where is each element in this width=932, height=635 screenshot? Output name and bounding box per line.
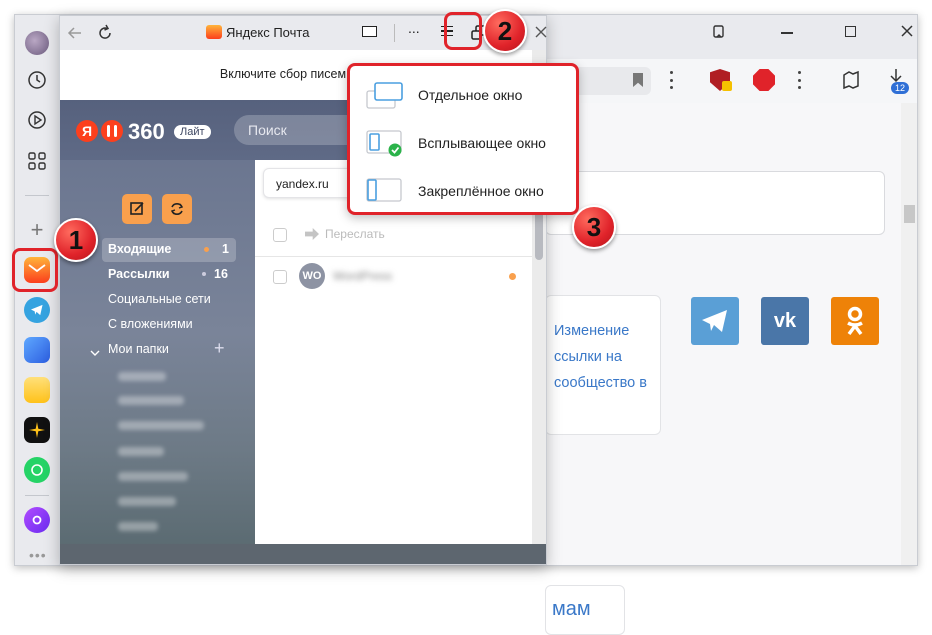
menu-item-docked-window[interactable]: Закреплённое окно — [350, 168, 576, 214]
chevron-down-icon[interactable] — [90, 344, 100, 356]
subfolder-blur — [118, 522, 158, 531]
mail-logo-icon — [206, 25, 222, 39]
subfolder-blur — [118, 472, 188, 481]
more-dots-icon[interactable]: ••• — [29, 547, 47, 563]
select-all-checkbox[interactable] — [273, 228, 287, 242]
titlebar-separator — [394, 24, 395, 42]
step-badge-1: 1 — [54, 218, 98, 262]
folder-inbox-label: Входящие — [108, 242, 172, 256]
menu-item-separate-window[interactable]: Отдельное окно — [350, 72, 576, 118]
mail-row[interactable]: WO WordPress — [255, 260, 533, 292]
window-mode-highlight — [444, 12, 482, 50]
step-badge-3: 3 — [572, 205, 616, 249]
services-grid-icon[interactable] — [24, 148, 50, 174]
mail-sidebar: Входящие 1 Рассылки 16 Социальные сети С… — [60, 160, 255, 546]
zen-app-icon[interactable] — [24, 417, 50, 443]
ok-icon[interactable] — [831, 297, 879, 345]
forward-label[interactable]: Переслать — [325, 227, 385, 241]
envelope-icon[interactable] — [362, 26, 377, 37]
step-badge-2: 2 — [483, 9, 527, 53]
search-placeholder: Поиск — [248, 122, 287, 138]
notes-app-icon[interactable] — [24, 377, 50, 403]
yandex-logo-icon: Я — [76, 120, 98, 142]
folder-newsletters-label[interactable]: Рассылки — [108, 267, 170, 281]
forward-icon[interactable] — [305, 228, 319, 240]
tab-manager-icon[interactable] — [711, 24, 727, 40]
subfolder-blur — [118, 421, 204, 430]
play-icon[interactable] — [24, 107, 50, 133]
adblock-icon[interactable] — [753, 69, 775, 91]
compose-button[interactable] — [122, 194, 152, 224]
lite-badge: Лайт — [174, 125, 211, 139]
disk-app-icon[interactable] — [24, 337, 50, 363]
mail-panel-title: Яндекс Почта — [226, 25, 310, 40]
mail-row-unread-dot — [509, 273, 516, 280]
docked-window-icon — [364, 176, 404, 206]
news-card-text: Изменение ссылки на сообщество в — [554, 323, 647, 391]
mail-row-checkbox[interactable] — [273, 270, 287, 284]
newsletter-dot — [202, 272, 206, 276]
panel-bottom — [60, 544, 546, 564]
partial-card[interactable]: мам — [545, 585, 625, 635]
whatsapp-app-icon[interactable] — [24, 457, 50, 483]
partial-card-text: мам — [552, 598, 591, 620]
logo-360: 360 — [128, 119, 165, 144]
telegram-icon[interactable] — [691, 297, 739, 345]
menu-item-popup-window[interactable]: Всплывающее окно — [350, 120, 576, 166]
extension-warning-icon — [722, 81, 732, 91]
minimize-button[interactable] — [781, 32, 793, 34]
panel-close-icon[interactable] — [534, 25, 548, 39]
downloads-count: 12 — [891, 82, 910, 94]
folder-newsletters-count: 16 — [214, 267, 228, 281]
add-panel-icon[interactable]: + — [24, 217, 50, 243]
mail-icon-highlight — [12, 248, 58, 292]
newtab-content: Изменение ссылки на сообщество в vk мам — [545, 103, 901, 635]
folder-my-folders-label[interactable]: Мои папки — [108, 342, 169, 356]
more-extensions-icon[interactable] — [798, 71, 802, 89]
refresh-button[interactable] — [162, 194, 192, 224]
unread-dot — [204, 247, 209, 252]
telegram-app-icon[interactable] — [24, 297, 50, 323]
reload-icon[interactable] — [96, 24, 114, 42]
profile-icon[interactable] — [840, 69, 862, 91]
vk-icon[interactable]: vk — [761, 297, 809, 345]
page-scrollbar[interactable] — [901, 103, 917, 565]
history-icon[interactable] — [24, 67, 50, 93]
360-logo-icon — [101, 120, 123, 142]
more-icon[interactable] — [670, 71, 674, 89]
subfolder-blur — [118, 447, 164, 456]
folder-inbox-count: 1 — [222, 242, 229, 256]
more-menu-icon[interactable]: ... — [408, 20, 420, 36]
mail-row-avatar: WO — [299, 263, 325, 289]
list-divider — [255, 256, 533, 257]
menu-item-separate-window-label: Отдельное окно — [418, 87, 523, 103]
alice-icon[interactable] — [24, 507, 50, 533]
subfolder-blur — [118, 396, 184, 405]
maximize-button[interactable] — [845, 26, 856, 37]
news-card[interactable]: Изменение ссылки на сообщество в — [545, 295, 661, 435]
user-avatar[interactable] — [25, 31, 49, 55]
folder-attachments-label[interactable]: С вложениями — [108, 317, 193, 331]
menu-item-popup-window-label: Всплывающее окно — [418, 135, 546, 151]
downloads-icon[interactable]: 12 — [885, 67, 910, 94]
mail-list: yandex.ru Переслать WO WordPress — [255, 160, 563, 546]
domain-chip-label: yandex.ru — [276, 177, 329, 191]
mail-row-sender: WordPress — [333, 269, 393, 283]
browser-toolbar: 12 — [545, 59, 917, 103]
add-folder-icon[interactable]: + — [214, 338, 225, 359]
window-mode-menu: Отдельное окно Всплывающее окно Закреплё… — [347, 63, 579, 215]
subfolder-blur — [118, 372, 166, 381]
popup-window-icon — [364, 128, 404, 158]
separate-window-icon — [364, 80, 404, 110]
subfolder-blur — [118, 497, 176, 506]
menu-item-docked-window-label: Закреплённое окно — [418, 183, 544, 199]
back-icon[interactable] — [66, 24, 84, 42]
folder-social-label[interactable]: Социальные сети — [108, 292, 211, 306]
close-button[interactable] — [899, 23, 915, 39]
